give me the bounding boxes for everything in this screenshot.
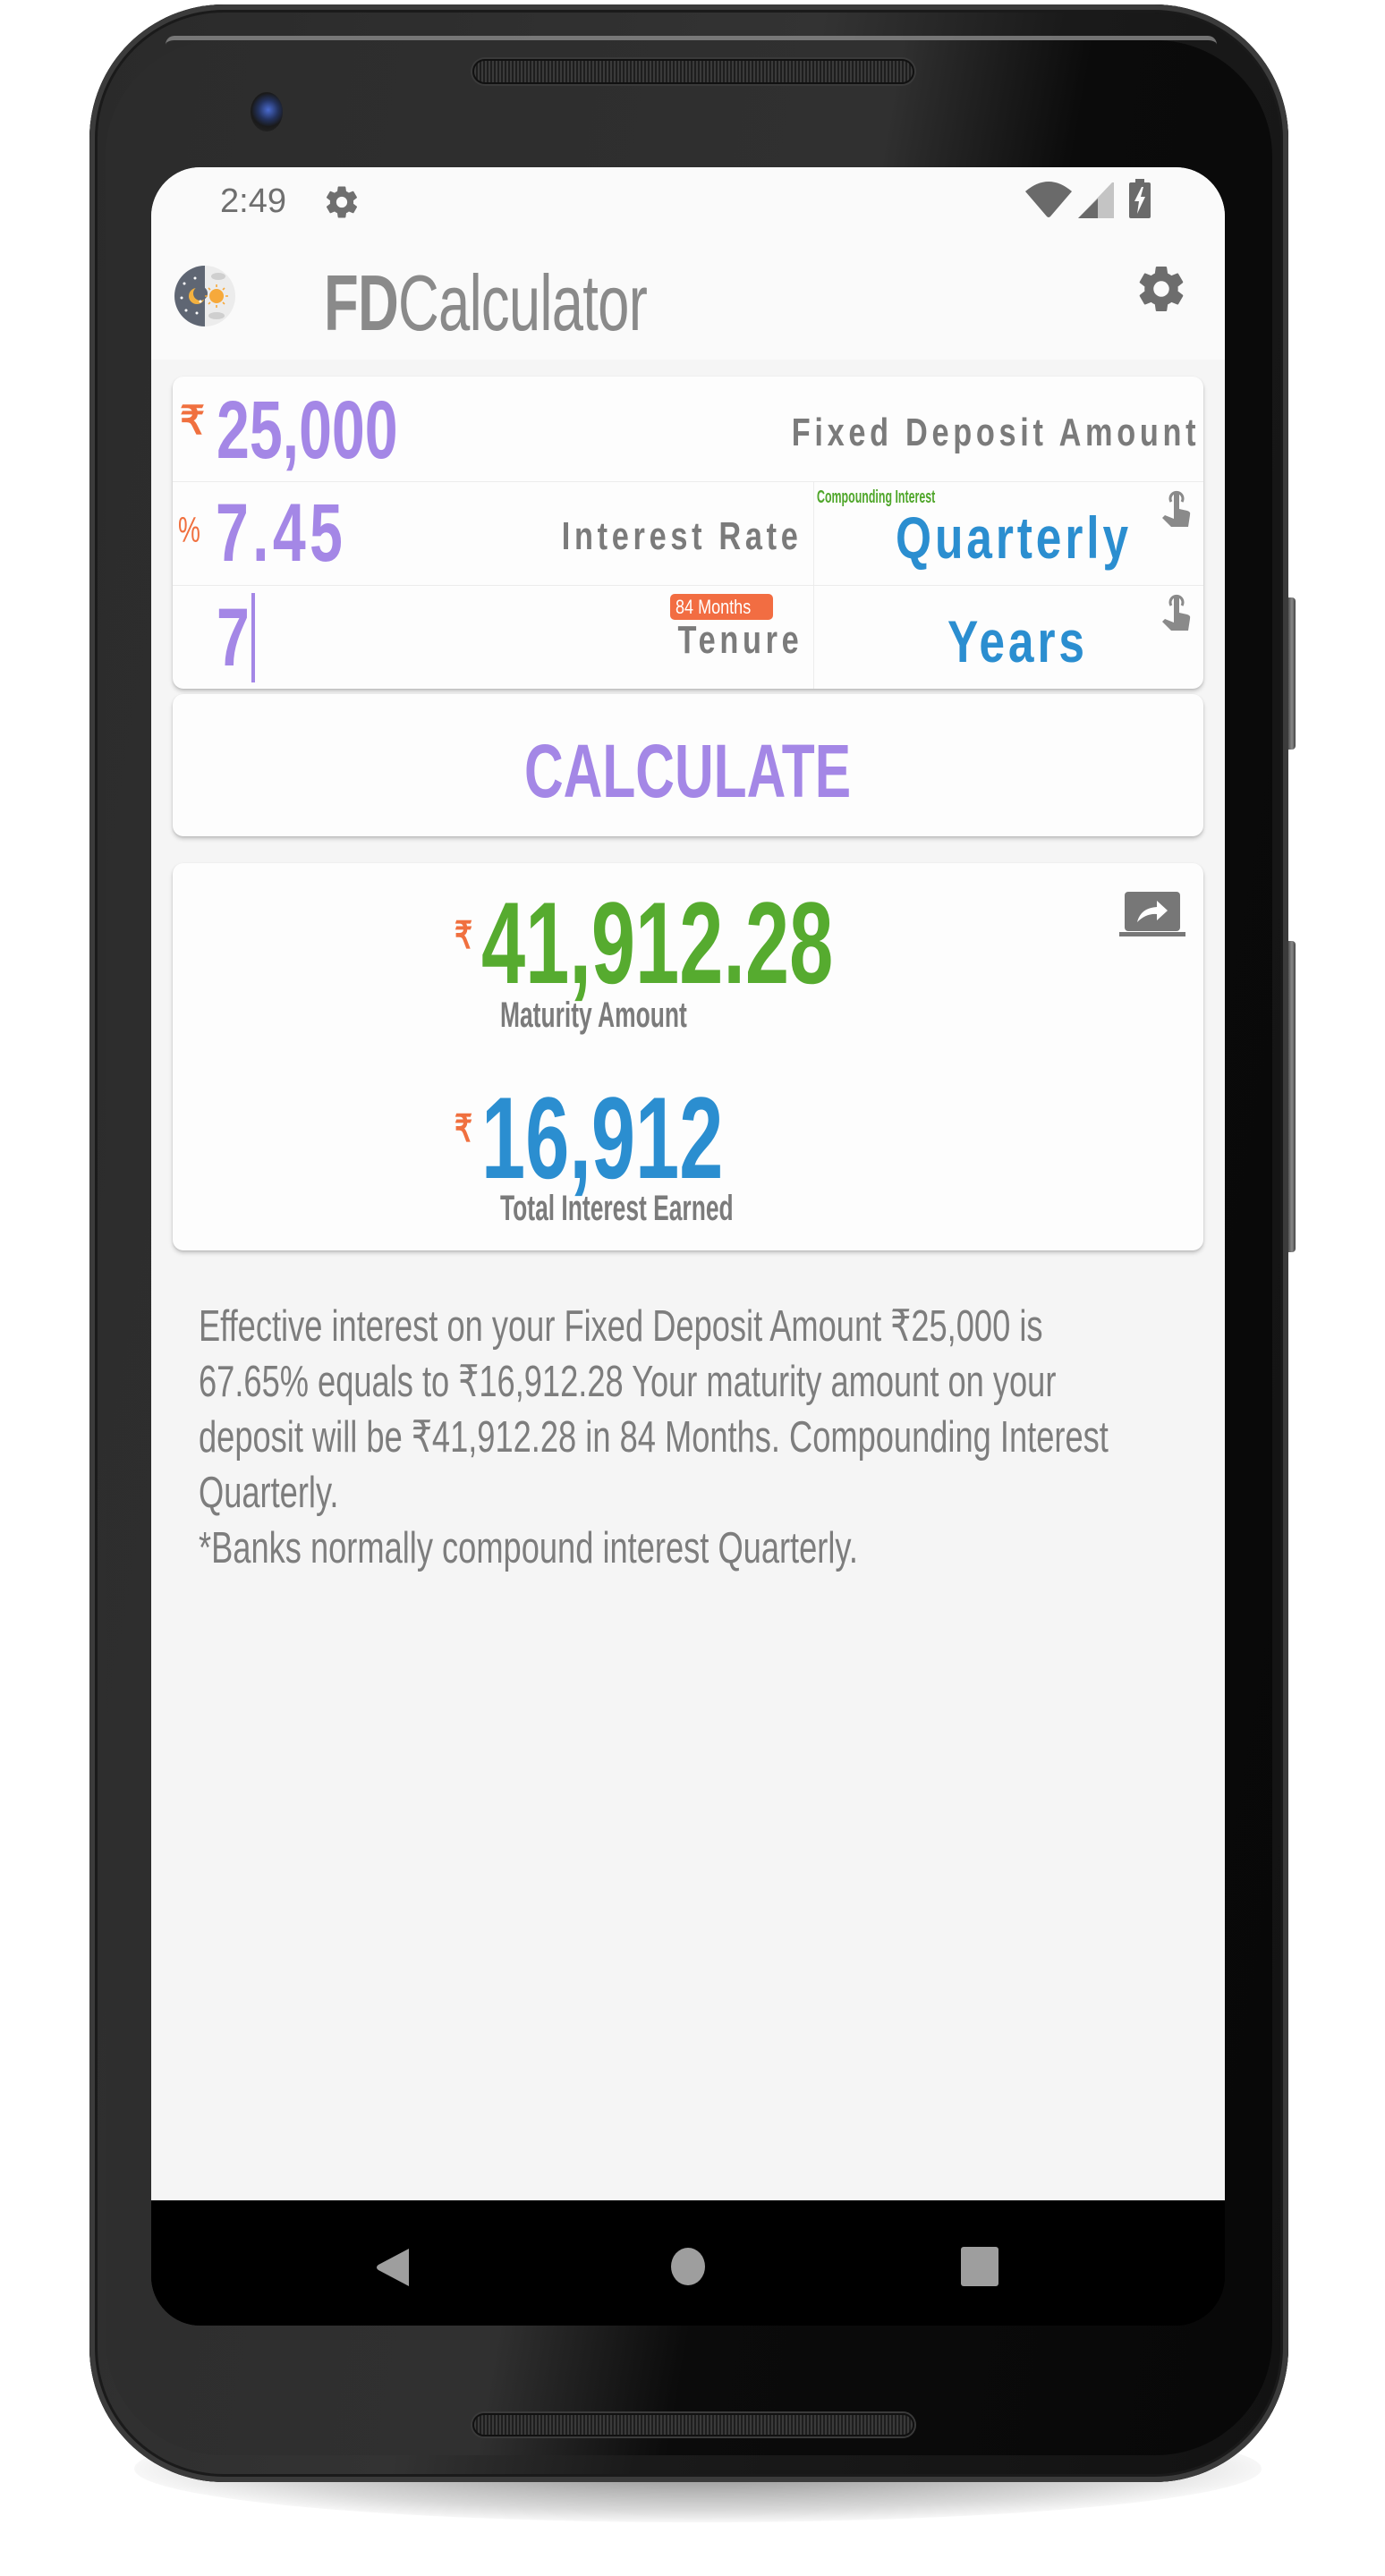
result-description: Effective interest on your Fixed Deposit… <box>199 1299 1201 1576</box>
description-line: 67.65% equals to ₹16,912.28 Your maturit… <box>199 1358 1057 1406</box>
compounding-value[interactable]: Quarterly <box>896 504 1132 572</box>
status-bar: 2:49 <box>151 167 1225 242</box>
maturity-amount-value: 41,912.28 <box>481 877 834 1008</box>
column-divider <box>813 481 814 689</box>
front-camera <box>251 92 283 131</box>
result-card: ₹ 41,912.28 Maturity Amount ₹ 16,912 Tot… <box>173 863 1203 1250</box>
settings-gear-icon <box>326 186 358 218</box>
interest-earned-value: 16,912 <box>481 1072 724 1203</box>
power-button[interactable] <box>1288 597 1296 750</box>
description-note: *Banks normally compound interest Quarte… <box>199 1524 858 1572</box>
tenure-unit-value[interactable]: Years <box>947 607 1088 675</box>
rate-label: Interest Rate <box>562 514 803 558</box>
volume-button[interactable] <box>1288 941 1296 1252</box>
amount-value[interactable]: 25,000 <box>217 384 398 478</box>
calculate-label: CALCULATE <box>524 729 852 813</box>
share-screen-icon[interactable] <box>1119 892 1185 938</box>
wifi-icon <box>1025 182 1072 217</box>
recents-icon[interactable] <box>961 2247 998 2286</box>
rupee-prefix: ₹ <box>455 1107 473 1149</box>
battery-charging-icon <box>1129 179 1151 218</box>
rupee-prefix: ₹ <box>180 399 205 443</box>
bezel-highlight <box>166 36 1217 53</box>
maturity-amount-label: Maturity Amount <box>500 996 687 1035</box>
status-time: 2:49 <box>220 182 286 220</box>
interest-earned-label: Total Interest Earned <box>500 1189 734 1228</box>
gear-icon[interactable] <box>1134 262 1188 316</box>
tap-icon[interactable] <box>1160 591 1191 632</box>
tenure-label: Tenure <box>677 618 803 662</box>
description-line: Effective interest on your Fixed Deposit… <box>199 1302 1043 1351</box>
app-bar: FDCalculator <box>151 242 1225 360</box>
row-divider <box>173 481 1203 482</box>
input-card: ₹ 25,000 Fixed Deposit Amount % 7.45 Int… <box>173 377 1203 689</box>
calculate-button[interactable]: CALCULATE <box>173 694 1203 836</box>
bottom-speaker <box>472 2413 914 2436</box>
row-divider <box>173 585 1203 586</box>
rate-value[interactable]: 7.45 <box>216 487 346 580</box>
cellular-signal-icon <box>1078 182 1114 218</box>
percent-prefix: % <box>178 511 200 550</box>
earpiece-speaker <box>472 59 914 84</box>
tap-icon[interactable] <box>1160 487 1191 529</box>
tenure-value[interactable]: 7 <box>217 591 250 685</box>
phone-screen: 2:49 FDCalculator ₹ 25,000 Fixed Deposit… <box>151 167 1225 2326</box>
description-line: deposit will be ₹41,912.28 in 84 Months.… <box>199 1413 1109 1462</box>
months-badge: 84 Months <box>670 594 773 620</box>
description-line: Quarterly. <box>199 1469 339 1517</box>
app-content: 2:49 FDCalculator ₹ 25,000 Fixed Deposit… <box>151 167 1225 2200</box>
app-title-rest: Calculator <box>398 258 648 347</box>
navigation-bar <box>151 2200 1225 2326</box>
back-icon[interactable] <box>375 2247 411 2288</box>
day-night-icon[interactable] <box>174 264 236 328</box>
text-cursor <box>251 593 255 682</box>
months-badge-text: 84 Months <box>676 596 752 618</box>
rupee-prefix: ₹ <box>455 914 473 956</box>
amount-label: Fixed Deposit Amount <box>791 411 1200 454</box>
app-title: FDCalculator <box>324 258 648 349</box>
app-title-bold: FD <box>324 258 399 347</box>
home-icon[interactable] <box>670 2247 706 2286</box>
